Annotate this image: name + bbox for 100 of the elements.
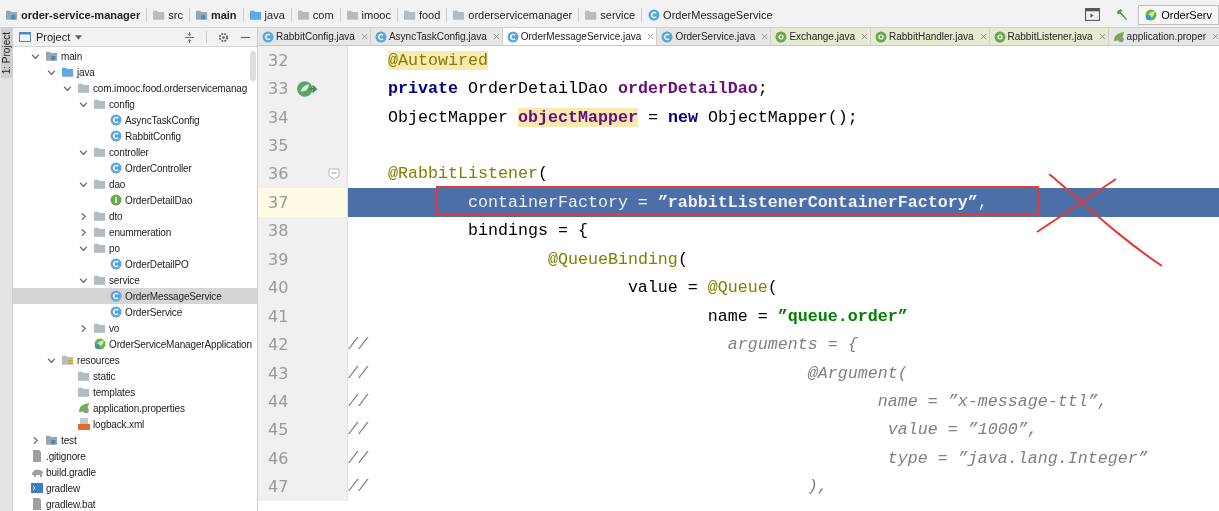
folder-icon [78,82,90,94]
folder-icon [346,8,359,21]
tree-item[interactable]: vo [13,320,257,336]
breadcrumb[interactable]: src [168,8,183,21]
chevron-right-icon[interactable] [31,435,40,445]
tree-item[interactable]: gradlew [13,480,257,496]
collapse-icon[interactable] [184,31,195,43]
run-configuration-dropdown[interactable]: OrderServ [1138,4,1219,25]
chevron-down-icon[interactable] [79,147,88,157]
code-text: ; [757,79,768,99]
close-icon[interactable] [1212,33,1219,40]
close-icon[interactable] [979,33,987,40]
line-number: 32 [267,50,290,70]
code-text: = [647,107,659,127]
breadcrumb[interactable]: order-service-manager [21,8,141,21]
settings-icon[interactable] [218,31,229,43]
breadcrumb[interactable]: food [418,8,441,21]
tree-item[interactable]: RabbitConfig [13,128,257,144]
chevron-down-icon[interactable] [47,67,56,77]
breadcrumb[interactable]: imooc [361,8,391,21]
module-folder-icon [46,434,58,446]
tree-item[interactable]: OrderServiceManagerApplication [13,336,257,352]
tree-item[interactable]: java [13,64,257,80]
line-number: 36 [267,164,290,184]
tree-item[interactable]: service [13,272,257,288]
breadcrumb[interactable]: main [210,8,237,21]
tree-item[interactable]: static [13,368,257,384]
tree-item[interactable]: resources [13,352,257,368]
tree-item[interactable]: OrderMessageService [13,288,257,304]
breadcrumb[interactable]: orderservicemanager [468,8,573,21]
tree-item[interactable]: dao [13,176,257,192]
close-icon[interactable] [761,33,769,40]
editor-tab[interactable]: OrderMessageService.java [502,28,658,45]
tree-item[interactable]: test [13,432,257,448]
breadcrumb[interactable]: OrderMessageService [663,8,773,21]
close-icon[interactable] [360,33,368,40]
chevron-right-icon[interactable] [79,211,88,221]
window-icon [19,31,31,43]
line-number: 41 [267,306,290,326]
line-number: 45 [267,420,290,440]
tree-item[interactable]: OrderDetailDao [13,192,257,208]
tree-item[interactable]: enummeration [13,224,257,240]
tree-item[interactable]: main [13,48,257,64]
fold-marker-icon[interactable] [328,167,340,180]
chevron-down-icon[interactable] [63,83,72,93]
tree-item[interactable]: OrderService [13,304,257,320]
chevron-right-icon[interactable] [79,227,88,237]
scrollbar-thumb[interactable] [250,51,256,81]
comment-text: // [348,477,368,497]
tree-item[interactable]: OrderDetailPO [13,256,257,272]
code-text: OrderDetailDao [467,79,609,99]
editor-tab[interactable]: Exchange.java [771,28,871,45]
hammer-icon[interactable] [1114,8,1130,21]
tree-item[interactable]: build.gradle [13,464,257,480]
editor-tab[interactable]: RabbitConfig.java [258,28,371,45]
bean-icon[interactable] [296,79,318,98]
comment-text: name = ”x-message-ttl”, [877,391,1108,411]
breadcrumb[interactable]: java [264,8,285,21]
line-number: 40 [267,278,290,298]
tree-item[interactable]: AsyncTaskConfig [13,112,257,128]
class-icon [110,306,122,318]
breadcrumb[interactable]: com [312,8,334,21]
chevron-right-icon[interactable] [79,323,88,333]
breadcrumb[interactable]: service [600,8,636,21]
annotation: @QueueBinding [547,249,678,269]
tree-item[interactable]: po [13,240,257,256]
close-icon[interactable] [861,33,868,40]
class-icon [110,290,122,302]
tree-item[interactable]: logback.xml [13,416,257,432]
line-number: 39 [267,249,290,269]
chevron-down-icon[interactable] [79,243,88,253]
chevron-down-icon[interactable] [79,275,88,285]
tree-item[interactable]: controller [13,144,257,160]
chevron-down-icon[interactable] [31,51,40,61]
chevron-down-icon[interactable] [47,355,56,365]
layout-icon[interactable] [1085,8,1101,21]
panel-title[interactable]: Project [36,31,71,43]
caret-icon[interactable] [75,34,83,40]
chevron-down-icon[interactable] [79,179,88,189]
chevron-down-icon[interactable] [79,99,88,109]
tree-item[interactable]: application.properties [13,400,257,416]
properties-file-icon [1112,30,1125,43]
editor-tab[interactable]: RabbitListener.java [989,28,1109,45]
tree-item[interactable]: templates [13,384,257,400]
code-text: name = [707,306,769,326]
editor-tab[interactable]: AsyncTaskConfig.java [370,28,503,45]
close-icon[interactable] [647,33,655,40]
tree-item[interactable]: config [13,96,257,112]
tree-item[interactable]: com.imooc.food.orderservicemanag [13,80,257,96]
close-icon[interactable] [492,33,500,40]
tree-item[interactable]: .gitignore [13,448,257,464]
interface-icon [110,194,122,206]
tree-item[interactable]: gradlew.bat [13,496,257,511]
editor-tab[interactable]: RabbitHandler.java [871,28,990,45]
tool-window-button[interactable]: 1: Project [0,28,12,79]
tree-item[interactable]: dto [13,208,257,224]
close-icon[interactable] [1098,33,1106,40]
line-number: 46 [267,448,290,468]
editor-tab[interactable]: application.proper [1108,28,1219,45]
tree-item[interactable]: OrderController [13,160,257,176]
